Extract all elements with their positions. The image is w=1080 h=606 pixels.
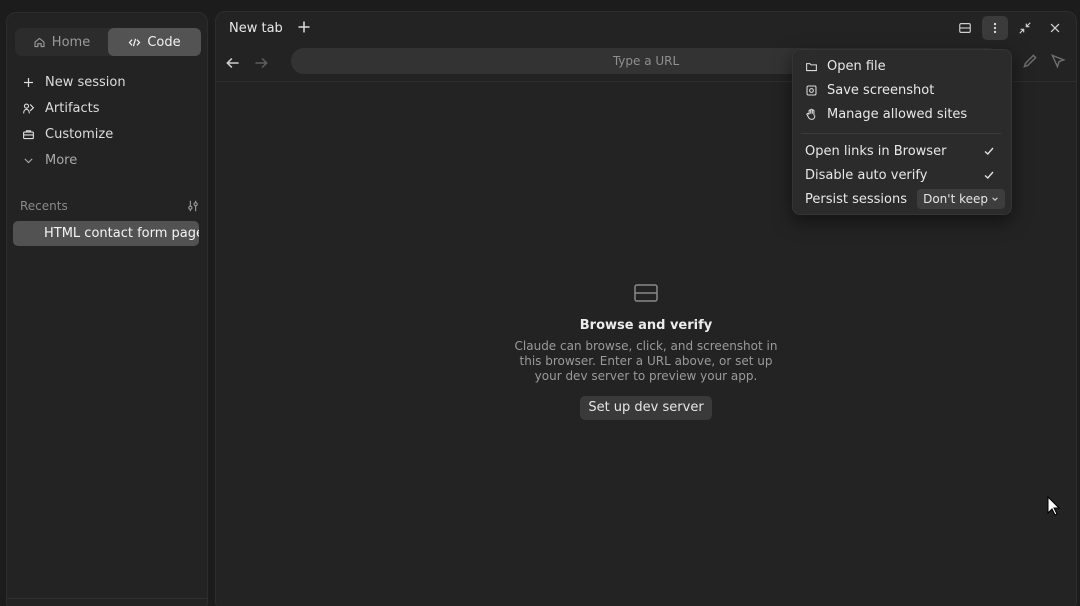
pen-icon[interactable]	[1021, 52, 1039, 70]
tab-new-tab[interactable]: New tab	[229, 21, 283, 36]
menu-item-label: Manage allowed sites	[827, 106, 968, 122]
code-tab-label: Code	[147, 34, 181, 50]
collapse-button[interactable]	[1012, 16, 1038, 40]
folder-icon	[806, 62, 817, 71]
briefcase-icon	[23, 129, 34, 139]
menu-item-open-file[interactable]: Open file	[799, 55, 1005, 77]
menu-item-save-screenshot[interactable]: Save screenshot	[799, 79, 1005, 101]
sidebar: Home Code New session Artifacts Customiz…	[6, 12, 208, 606]
sidebar-item-label: Customize	[45, 126, 114, 142]
empty-state-title: Browse and verify	[579, 318, 713, 333]
more-options-button[interactable]	[982, 16, 1008, 40]
sidebar-item-artifacts[interactable]: Artifacts	[15, 95, 201, 121]
home-tab[interactable]: Home	[15, 28, 108, 56]
home-tab-label: Home	[51, 34, 91, 50]
recents-label: Recents	[20, 199, 68, 213]
menu-toggle-disable-auto-verify[interactable]: Disable auto verify	[799, 164, 999, 186]
plus-icon[interactable]	[296, 19, 312, 35]
chevron-down-icon	[992, 197, 998, 201]
code-icon	[128, 38, 141, 46]
persist-sessions-value: Don't keep	[923, 192, 988, 206]
home-icon	[34, 37, 45, 47]
layout-button[interactable]	[952, 16, 978, 40]
mode-switcher: Home Code	[15, 28, 201, 56]
menu-divider	[801, 133, 1001, 134]
layout-icon	[959, 23, 971, 33]
check-icon	[984, 147, 994, 155]
collapse-icon	[1019, 22, 1031, 34]
plus-icon	[24, 77, 33, 87]
code-tab[interactable]: Code	[108, 28, 201, 56]
artifacts-icon	[23, 102, 35, 113]
sidebar-nav: New session Artifacts Customize More	[15, 69, 201, 173]
menu-item-label: Save screenshot	[827, 82, 935, 98]
hand-icon	[806, 108, 816, 120]
browser-window-icon	[634, 284, 658, 302]
filter-icon[interactable]	[186, 199, 200, 213]
sidebar-item-new-session[interactable]: New session	[15, 69, 201, 95]
sidebar-item-label: More	[45, 152, 78, 168]
sidebar-item-customize[interactable]: Customize	[15, 121, 201, 147]
sidebar-item-label: Artifacts	[45, 100, 100, 116]
recents-header: Recents	[20, 197, 200, 215]
pointer-icon[interactable]	[1049, 52, 1067, 70]
panel-controls	[952, 16, 1068, 40]
menu-toggle-label: Disable auto verify	[805, 167, 928, 183]
sidebar-divider	[7, 598, 207, 599]
persist-sessions-label: Persist sessions	[805, 191, 908, 207]
menu-toggle-open-links-in-browser[interactable]: Open links in Browser	[799, 140, 999, 162]
empty-state: Browse and verify Claude can browse, cli…	[216, 282, 1076, 420]
menu-item-label: Open file	[827, 58, 886, 74]
sidebar-item-label: New session	[45, 74, 126, 90]
recent-session-item[interactable]: HTML contact form page	[13, 221, 199, 246]
back-arrow-icon[interactable]	[224, 54, 242, 72]
menu-item-manage-allowed-sites[interactable]: Manage allowed sites	[799, 103, 1005, 125]
more-options-menu: Open file Save screenshot Manage allowed…	[792, 49, 1012, 215]
menu-toggle-label: Open links in Browser	[805, 143, 947, 159]
close-icon	[1050, 23, 1060, 33]
recent-session-label: HTML contact form page	[44, 226, 199, 241]
empty-state-description: Claude can browse, click, and screenshot…	[514, 339, 778, 383]
close-button[interactable]	[1042, 16, 1068, 40]
kebab-icon	[993, 22, 997, 34]
persist-sessions-select[interactable]: Don't keep	[917, 189, 1005, 209]
check-icon	[984, 171, 994, 179]
sidebar-item-more[interactable]: More	[15, 147, 201, 173]
set-up-dev-server-button[interactable]: Set up dev server	[580, 396, 712, 420]
mouse-cursor-icon	[1047, 496, 1060, 516]
chevron-down-icon	[24, 157, 33, 163]
tab-bar: New tab	[216, 12, 1076, 46]
screenshot-icon	[806, 85, 817, 95]
menu-row-persist-sessions: Persist sessions Don't keep	[799, 188, 1005, 210]
forward-arrow-icon[interactable]	[252, 54, 270, 72]
